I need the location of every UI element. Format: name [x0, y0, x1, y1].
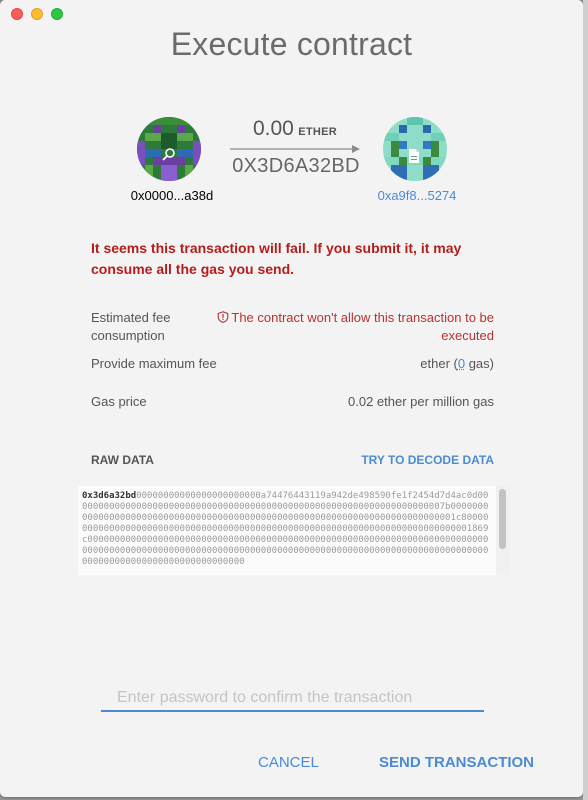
max-fee-suffix: gas) [465, 356, 494, 371]
max-fee-value: ether (0 gas) [420, 355, 494, 373]
raw-data-text: 0x3d6a32bd00000000000000000000000a744764… [82, 491, 490, 568]
execute-contract-window: Execute contract 0x0000...a38d 0.00 ETHE… [0, 0, 583, 797]
shield-alert-icon [218, 311, 229, 323]
amount: 0.00 ETHER [230, 117, 360, 141]
gas-price-value: 0.02 ether per million gas [348, 394, 494, 409]
zoom-window-button[interactable] [51, 8, 63, 20]
raw-data-scrollbar[interactable] [496, 486, 510, 575]
send-transaction-button[interactable]: SEND TRANSACTION [379, 754, 534, 771]
raw-data-scroll-thumb[interactable] [499, 489, 506, 549]
raw-data-label: RAW DATA [91, 453, 154, 467]
raw-data-selector: 0x3d6a32bd [82, 491, 137, 501]
page-title: Execute contract [170, 26, 413, 62]
max-fee-prefix: ether ( [420, 356, 458, 371]
from-address[interactable]: 0x0000...a38d [128, 188, 216, 203]
estimated-fee-label: Estimated fee consumption [91, 310, 171, 343]
magnifier-icon [162, 148, 175, 161]
amount-unit: ETHER [298, 126, 338, 138]
try-decode-data-link[interactable]: TRY TO DECODE DATA [361, 453, 494, 467]
arrow-right-icon [230, 145, 360, 153]
minimize-window-button[interactable] [31, 8, 43, 20]
gas-price-label: Gas price [91, 394, 147, 409]
close-window-button[interactable] [11, 8, 23, 20]
amount-value: 0.00 [252, 117, 294, 140]
raw-data-box[interactable]: 0x3d6a32bd00000000000000000000000a744764… [78, 486, 510, 575]
to-address[interactable]: 0xa9f8...5274 [372, 188, 462, 203]
estimated-fee-error: The contract won't allow this transactio… [194, 309, 494, 345]
contract-document-icon [409, 149, 419, 163]
background-window-edge [583, 0, 588, 800]
password-input[interactable] [101, 686, 484, 712]
cancel-button[interactable]: CANCEL [258, 754, 319, 771]
max-fee-label: Provide maximum fee [91, 356, 217, 371]
max-fee-gas-input[interactable]: 0 [458, 356, 465, 371]
estimated-fee-error-text: The contract won't allow this transactio… [231, 310, 494, 343]
failure-warning: It seems this transaction will fail. If … [91, 240, 462, 277]
contract-method: 0X3D6A32BD [232, 155, 360, 177]
raw-data-payload: 00000000000000000000000a74476443119a942d… [82, 491, 489, 567]
